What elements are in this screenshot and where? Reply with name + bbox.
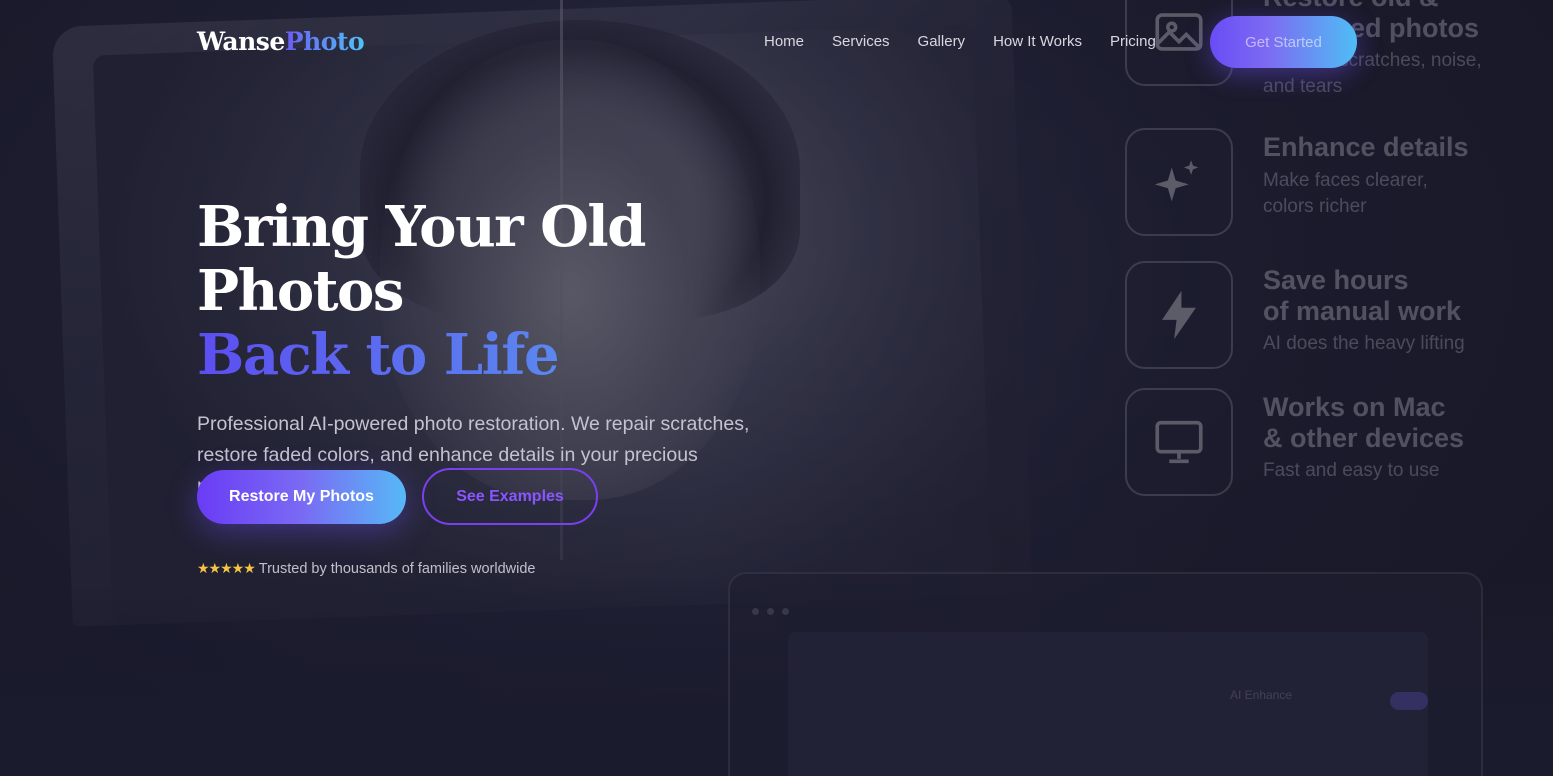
feature-title: Enhance details <box>1263 132 1469 162</box>
rating-stars-icon: ★★★★★ <box>197 560 256 576</box>
restore-photos-button[interactable]: Restore My Photos <box>197 469 406 524</box>
nav-menu: Home Services Gallery How It Works Prici… <box>764 33 1156 50</box>
feature-title: Works on Mac & other devices <box>1263 392 1465 453</box>
nav-link-how-it-works[interactable]: How It Works <box>993 33 1082 50</box>
sparkle-icon <box>1154 160 1199 202</box>
window-dot <box>752 608 759 615</box>
navbar: WansePhoto Home Services Gallery How It … <box>0 0 1553 85</box>
nav-link-pricing[interactable]: Pricing <box>1110 33 1156 50</box>
laptop-screen <box>788 632 1428 776</box>
window-dot <box>782 608 789 615</box>
monitor-icon <box>1155 420 1203 464</box>
feature-desc: Make faces clearer, colors richer <box>1263 170 1428 217</box>
nav-link-gallery[interactable]: Gallery <box>918 33 966 50</box>
get-started-button[interactable]: Get Started <box>1210 16 1357 68</box>
trust-line: ★★★★★ Trusted by thousands of families w… <box>197 560 535 577</box>
feature-title: Save hours of manual work <box>1263 265 1462 326</box>
feature-desc: Fast and easy to use <box>1263 460 1440 481</box>
window-dot <box>767 608 774 615</box>
hero-title-line2: Back to Life <box>197 323 837 387</box>
cta-buttons: Restore My Photos See Examples <box>197 468 598 525</box>
laptop-preview: AI Enhance <box>728 572 1483 776</box>
ai-enhance-toggle <box>1390 692 1428 710</box>
hero-title: Bring Your Old Photos Back to Life <box>197 195 837 387</box>
see-examples-button[interactable]: See Examples <box>422 468 598 525</box>
ai-enhance-label: AI Enhance <box>1230 688 1293 702</box>
brand-name-part1: Wanse <box>197 27 285 56</box>
trust-text: Trusted by thousands of families worldwi… <box>258 560 536 577</box>
feature-enhance: Enhance details Make faces clearer, colo… <box>1125 128 1545 238</box>
lightning-icon <box>1162 290 1196 340</box>
feature-desc: AI does the heavy lifting <box>1263 333 1465 354</box>
hero-section: Bring Your Old Photos Back to Life Profe… <box>197 195 837 502</box>
nav-link-services[interactable]: Services <box>832 33 890 50</box>
hero-title-line1: Bring Your Old Photos <box>197 194 646 324</box>
brand-name-part2: Photo <box>284 27 365 56</box>
brand-logo[interactable]: WansePhoto <box>197 27 365 56</box>
feature-devices: Works on Mac & other devices Fast and ea… <box>1125 388 1545 498</box>
feature-save-hours: Save hours of manual work AI does the he… <box>1125 261 1545 371</box>
nav-link-home[interactable]: Home <box>764 33 804 50</box>
